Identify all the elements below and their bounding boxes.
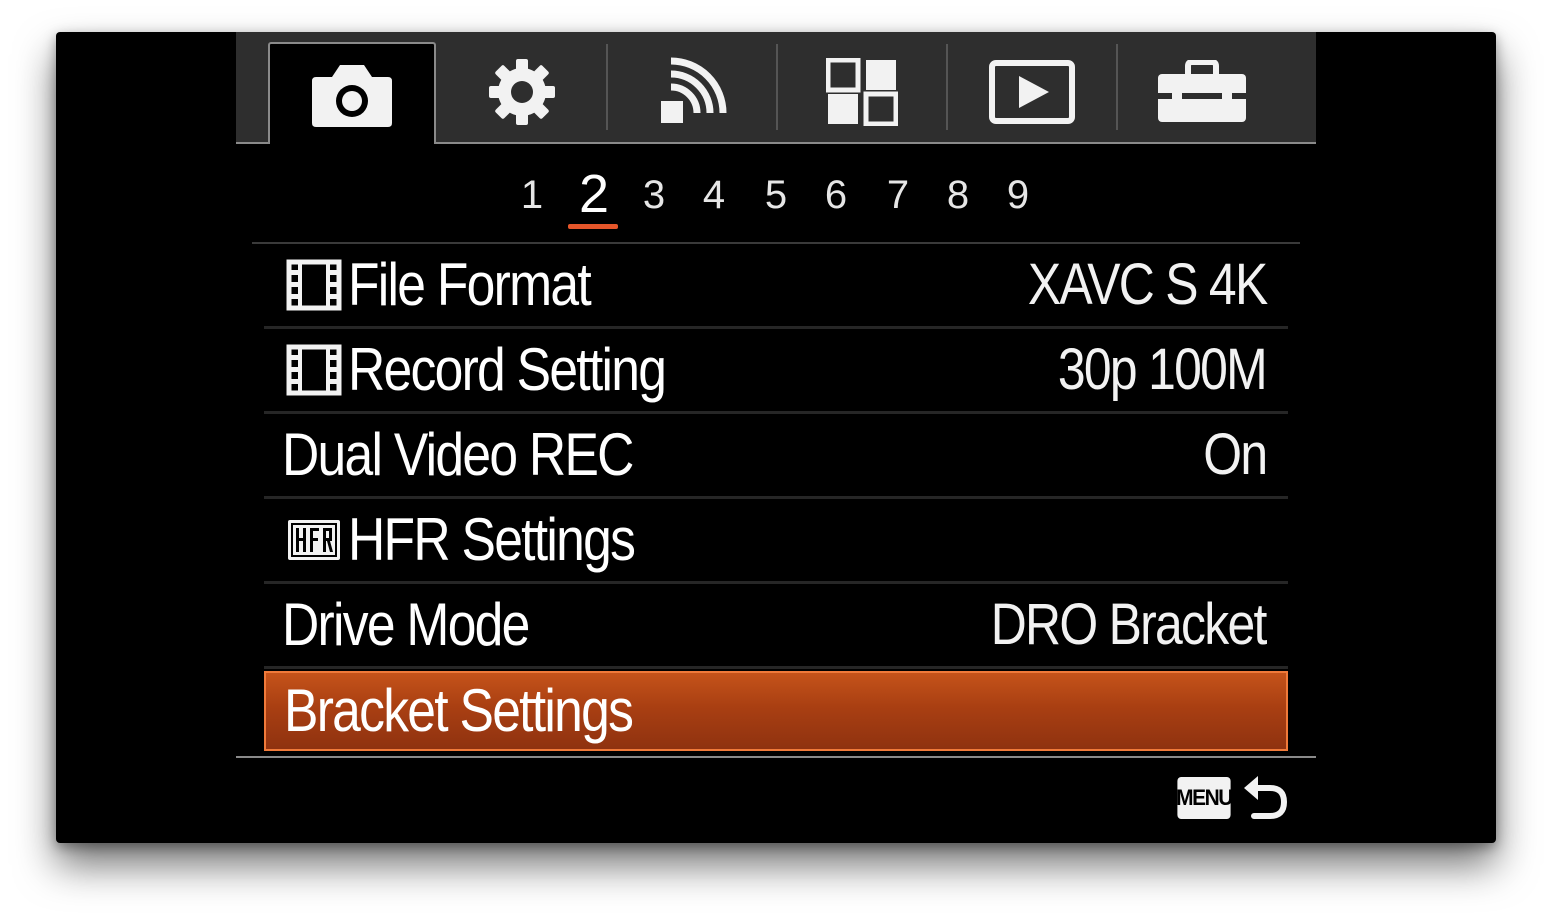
menu-item-label: HFR Settings <box>348 506 636 573</box>
camera-menu-screen: 1 2 3 4 5 6 7 8 9 File Format XAVC S 4K <box>56 32 1496 843</box>
page-number-6[interactable]: 6 <box>816 170 856 220</box>
playback-icon <box>989 60 1075 124</box>
hfr-icon <box>288 520 340 560</box>
page-number-5[interactable]: 5 <box>756 170 796 220</box>
menu-item-value: DRO Bracket <box>991 592 1268 657</box>
menu-button-badge[interactable]: MENU <box>1176 777 1233 819</box>
bottom-divider <box>236 756 1316 758</box>
tab-bar <box>236 32 1316 144</box>
camera-icon <box>312 65 392 127</box>
menu-item-label: Drive Mode <box>282 591 530 658</box>
movie-icon <box>286 344 342 396</box>
active-page-underline <box>568 224 618 229</box>
toolbox-icon <box>1158 60 1246 122</box>
menu-item-label: File Format <box>348 251 592 318</box>
menu-item-value: On <box>1202 422 1268 487</box>
tab-custom[interactable] <box>778 42 946 142</box>
tab-network[interactable] <box>608 42 776 142</box>
menu-item-hfr-settings[interactable]: HFR Settings <box>264 499 1288 584</box>
wireless-icon <box>661 57 727 123</box>
page-number-1[interactable]: 1 <box>512 170 552 220</box>
menu-item-dual-video-rec[interactable]: Dual Video REC On <box>264 414 1288 499</box>
back-arrow-icon[interactable] <box>1242 772 1290 824</box>
page-number-3[interactable]: 3 <box>634 170 674 220</box>
menu-item-file-format[interactable]: File Format XAVC S 4K <box>264 244 1288 329</box>
menu-list: File Format XAVC S 4K Record Setting 30p… <box>264 244 1288 751</box>
menu-item-drive-mode[interactable]: Drive Mode DRO Bracket <box>264 584 1288 669</box>
page-number-9[interactable]: 9 <box>998 170 1038 220</box>
tab-settings[interactable] <box>438 42 606 142</box>
page-number-8[interactable]: 8 <box>938 170 978 220</box>
menu-item-label: Record Setting <box>348 336 667 403</box>
tab-camera[interactable] <box>268 42 436 144</box>
menu-item-bracket-settings[interactable]: Bracket Settings <box>264 671 1288 751</box>
page-number-2[interactable]: 2 <box>574 164 614 224</box>
menu-item-value: XAVC S 4K <box>1027 252 1267 317</box>
grid-icon <box>826 58 898 126</box>
menu-item-label: Dual Video REC <box>282 421 634 488</box>
tab-setup[interactable] <box>1118 42 1286 142</box>
menu-item-value: 30p 100M <box>1057 337 1268 402</box>
movie-icon <box>286 259 342 311</box>
menu-item-record-setting[interactable]: Record Setting 30p 100M <box>264 329 1288 414</box>
menu-item-label: Bracket Settings <box>284 677 634 744</box>
page-number-4[interactable]: 4 <box>694 170 734 220</box>
tab-playback[interactable] <box>948 42 1116 142</box>
gear-icon <box>489 59 555 125</box>
page-indicator: 1 2 3 4 5 6 7 8 9 <box>56 164 1496 234</box>
page-number-7[interactable]: 7 <box>878 170 918 220</box>
